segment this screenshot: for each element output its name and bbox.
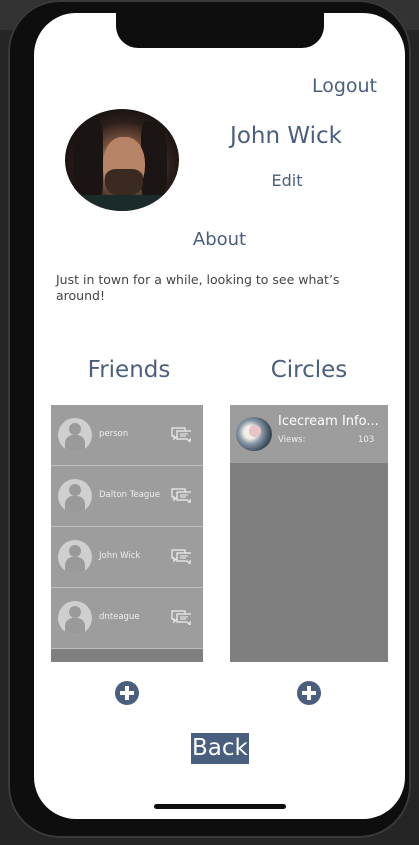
circles-list[interactable]: Icecream Info... Views: 103 [230, 405, 388, 662]
friend-item[interactable]: John Wick [51, 527, 203, 588]
home-indicator [154, 804, 286, 809]
friends-heading: Friends [87, 357, 171, 383]
avatar-placeholder-icon [58, 601, 92, 635]
about-heading: About [192, 229, 247, 250]
avatar-placeholder-icon [58, 540, 92, 574]
message-icon[interactable] [171, 487, 191, 503]
app-screen: Logout John Wick Edit About Just in town… [34, 13, 405, 819]
message-icon[interactable] [171, 609, 191, 625]
back-button[interactable]: Back [191, 733, 249, 764]
notch [116, 13, 324, 48]
profile-avatar [65, 109, 179, 211]
add-friend-icon[interactable] [115, 681, 139, 705]
logout-button[interactable]: Logout [312, 75, 377, 97]
views-count: 103 [358, 435, 375, 445]
message-icon[interactable] [171, 426, 191, 442]
friend-name: dnteague [99, 612, 140, 622]
circles-heading: Circles [270, 357, 348, 383]
friend-item[interactable]: person [51, 405, 203, 466]
profile-name: John Wick [230, 123, 342, 149]
circle-name: Icecream Info... [278, 414, 379, 429]
friend-name: Dalton Teague [99, 490, 160, 500]
friend-name: person [99, 429, 129, 439]
phone-frame: Logout John Wick Edit About Just in town… [8, 0, 411, 838]
friend-name: John Wick [99, 551, 141, 561]
friends-list[interactable]: person Dalton Teague John Wick dnteague [51, 405, 203, 662]
circle-item[interactable]: Icecream Info... Views: 103 [230, 405, 388, 463]
add-circle-icon[interactable] [297, 681, 321, 705]
circle-image [236, 417, 272, 451]
edit-profile-button[interactable]: Edit [264, 171, 310, 190]
avatar-placeholder-icon [58, 418, 92, 452]
message-icon[interactable] [171, 548, 191, 564]
views-label: Views: [278, 435, 306, 445]
friend-item[interactable]: Dalton Teague [51, 466, 203, 527]
avatar-placeholder-icon [58, 479, 92, 513]
about-text: Just in town for a while, looking to see… [56, 272, 340, 303]
friend-item[interactable]: dnteague [51, 588, 203, 649]
